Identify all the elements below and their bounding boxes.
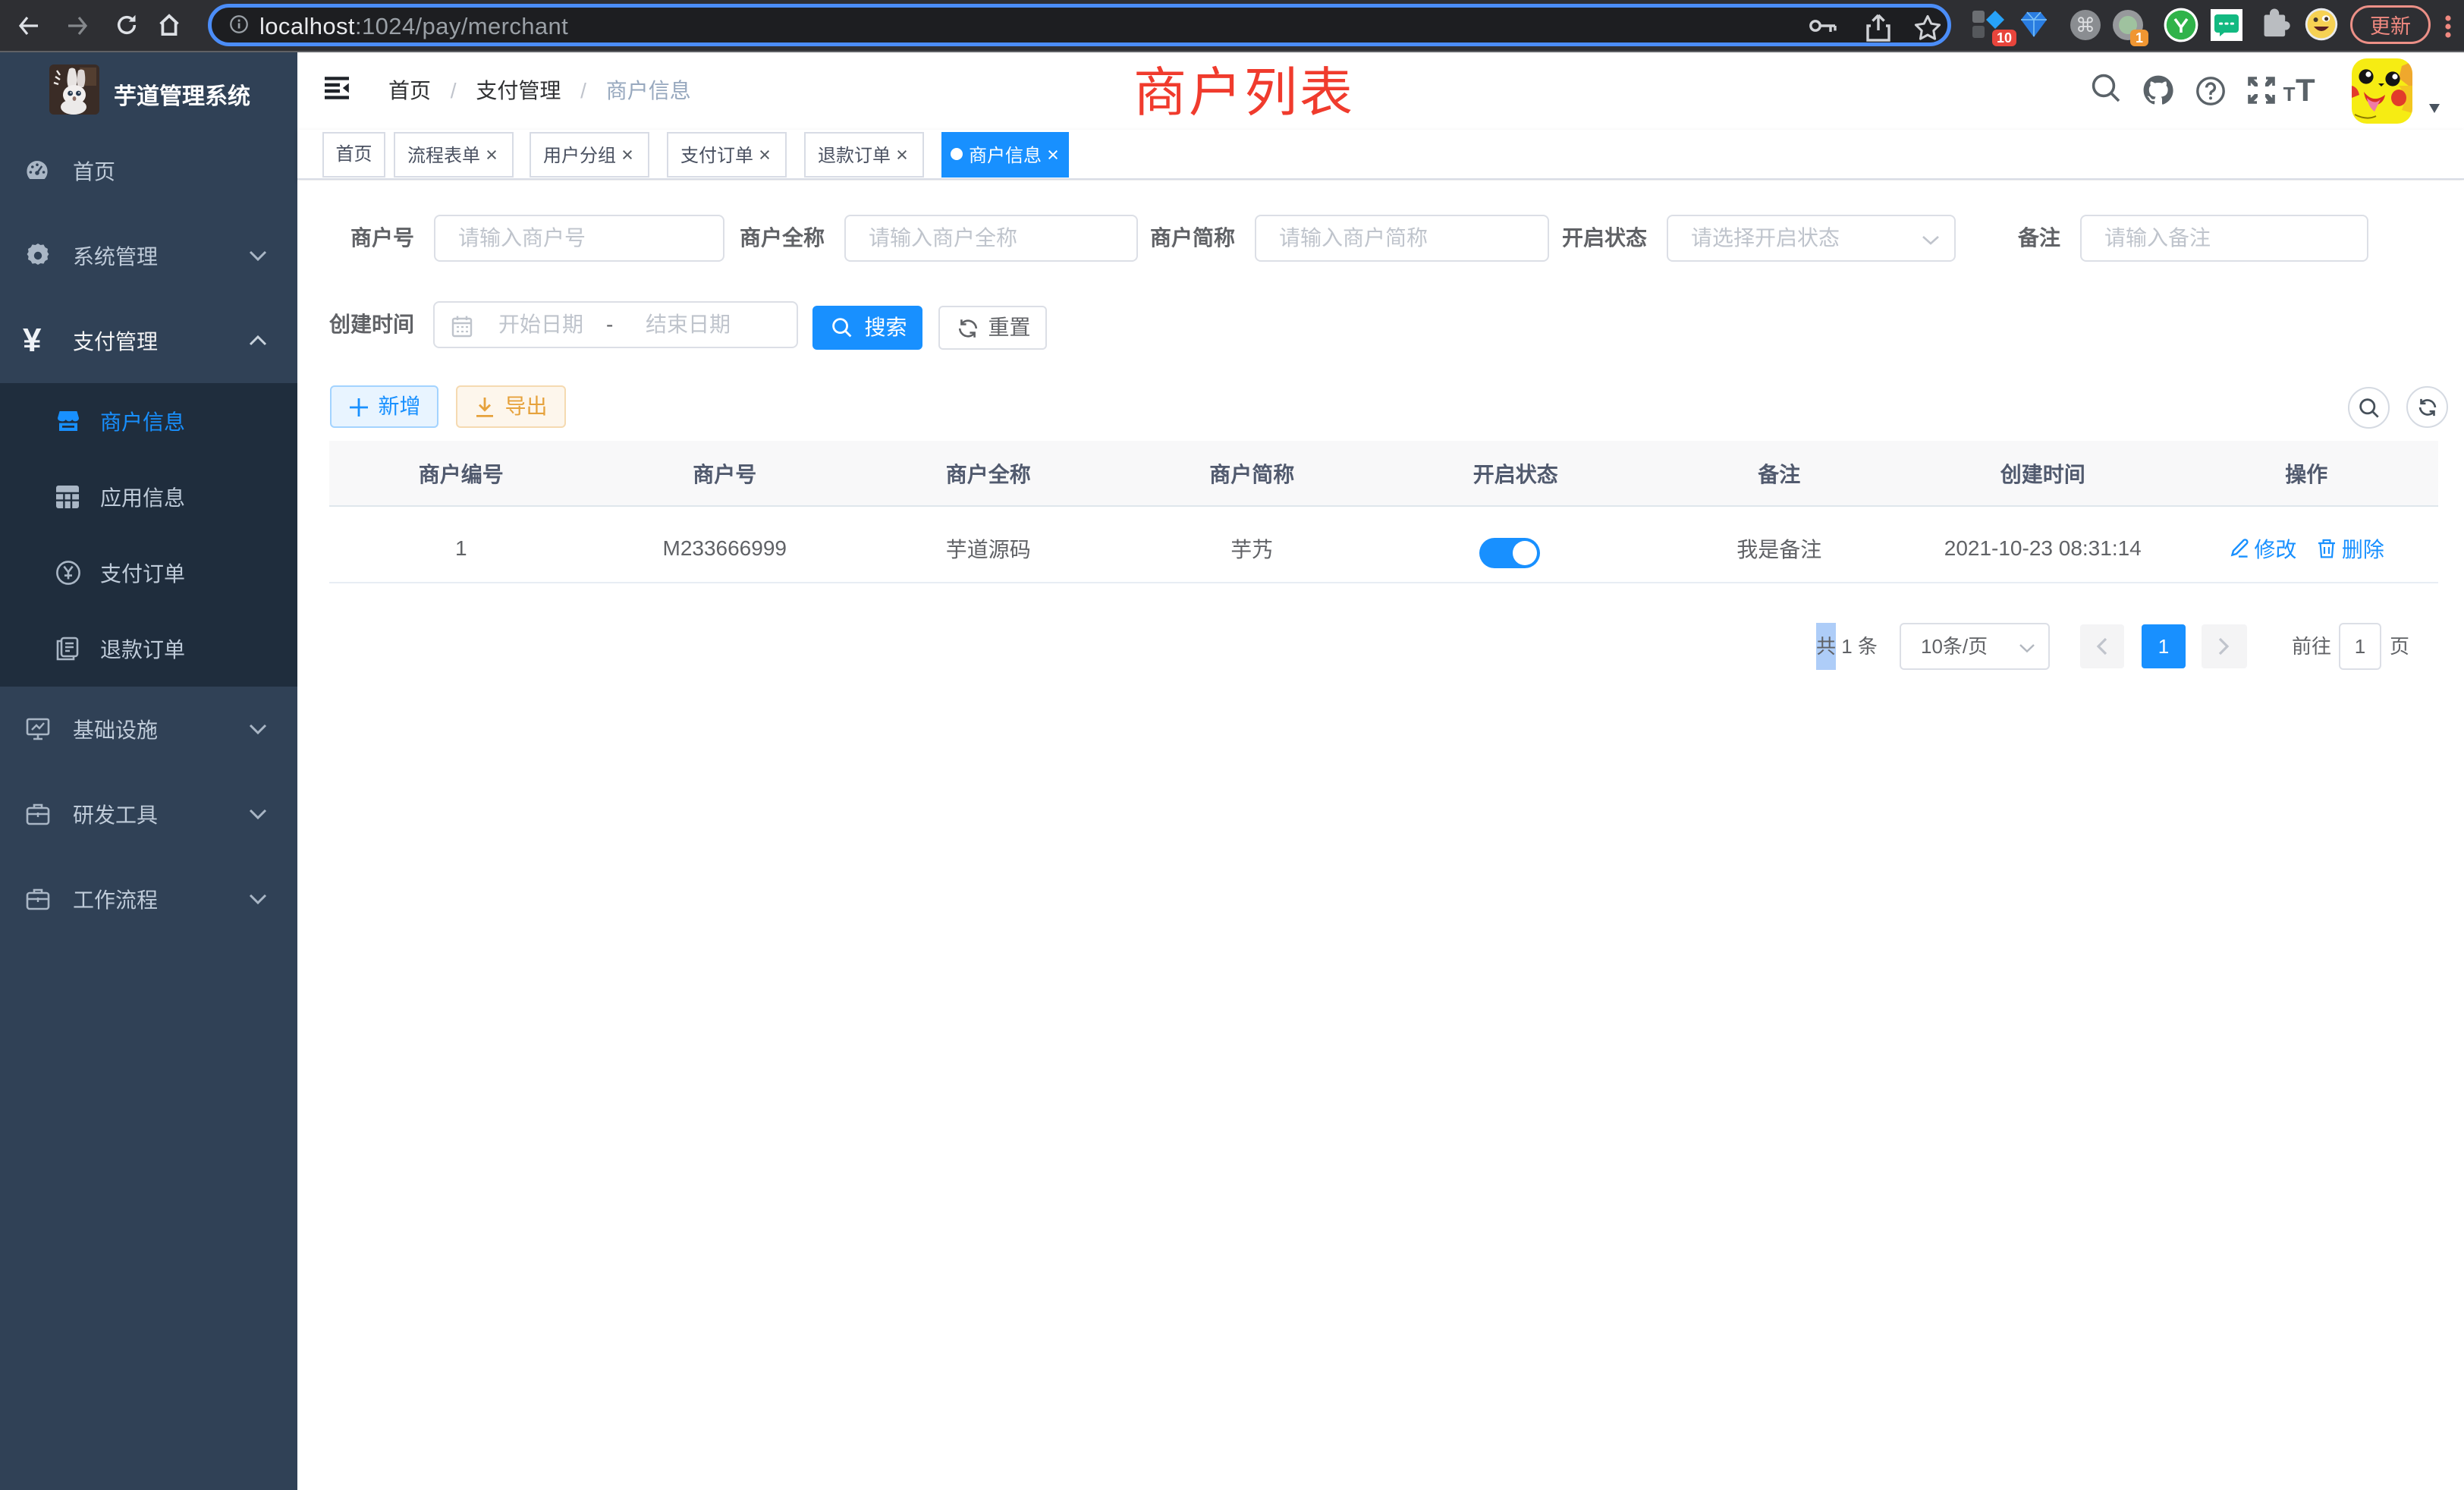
svg-text:⌘: ⌘	[2076, 14, 2095, 36]
